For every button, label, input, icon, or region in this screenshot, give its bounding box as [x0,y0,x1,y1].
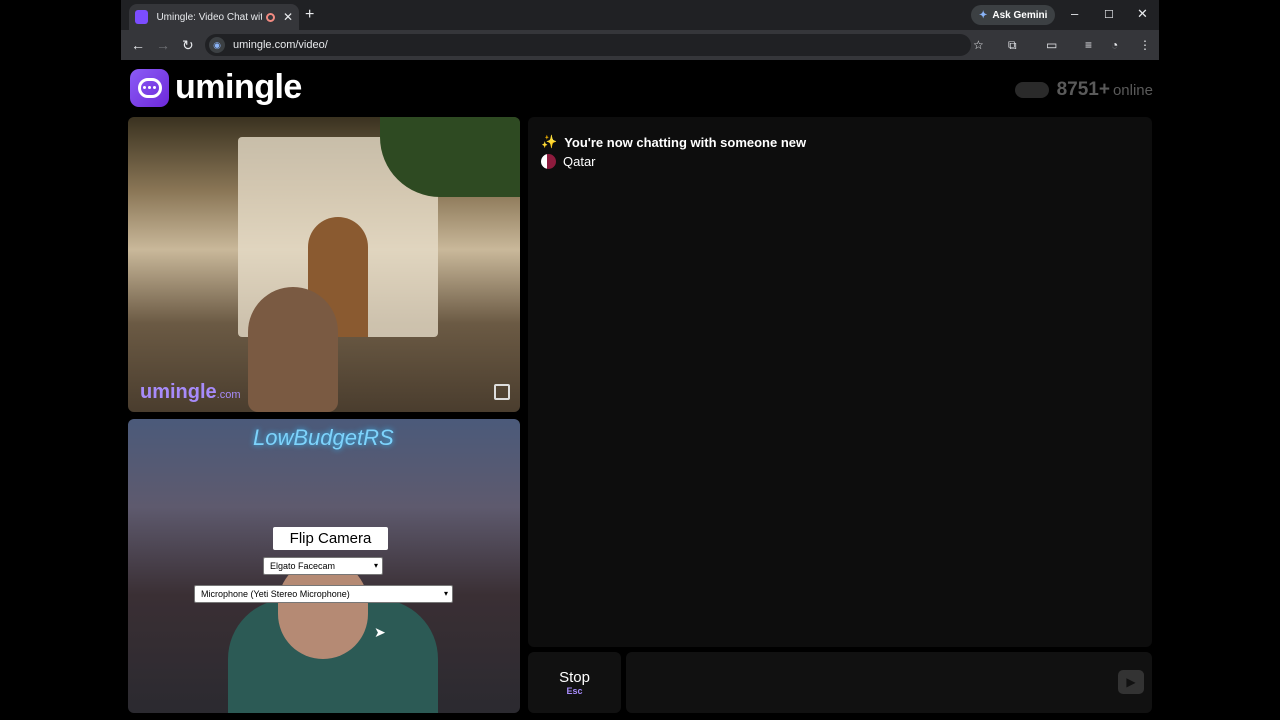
maximize-button[interactable]: ☐ [1104,8,1114,21]
extensions-icon[interactable]: ⧉ [1008,38,1017,53]
umingle-page: umingle 8751+ online umingle.com LowBudg… [121,60,1159,720]
online-counter: 8751+ online [1014,79,1153,101]
new-tab-button[interactable]: + [305,6,314,24]
online-count: 8751+ [1056,79,1110,100]
reload-icon[interactable]: ↻ [182,37,194,54]
bookmark-star-icon[interactable]: ☆ [973,38,984,52]
back-arrow-icon[interactable]: ← [131,37,145,53]
microphone-select-value: Microphone (Yeti Stereo Microphone) [201,589,350,599]
microphone-select[interactable]: Microphone (Yeti Stereo Microphone) ▾ [194,585,453,603]
qatar-flag-icon [541,154,556,169]
tab-bar: Umingle: Video Chat with S ✕ + ✦ Ask Gem… [121,0,1159,30]
profile-icon[interactable]: ◔ [1111,38,1118,52]
report-flag-icon[interactable] [494,384,510,400]
camera-select[interactable]: Elgato Facecam ▾ [263,557,383,575]
umingle-logo[interactable]: umingle [130,68,302,107]
menu-kebab-icon[interactable]: ⋮ [1139,38,1151,52]
self-video: LowBudgetRS Flip Camera Elgato Facecam ▾… [128,419,520,713]
logo-text: umingle [175,68,302,106]
close-tab-icon[interactable]: ✕ [283,10,293,24]
umingle-watermark: umingle.com [140,381,241,403]
send-button[interactable]: ▶ [1118,670,1144,694]
cast-icon[interactable]: ▭ [1046,38,1057,52]
chevron-down-icon: ▾ [443,589,448,598]
chat-status-line: ✨ You're now chatting with someone new [541,134,806,150]
site-info-icon[interactable]: ◉ [209,37,225,53]
recording-icon [266,12,275,22]
sparkles-icon: ✨ [541,134,558,149]
browser-toolbar: ← → ↻ ◉ umingle.com/video/ ☆ ⧉ ▭ ≡ ◔ ⋮ [121,30,1159,60]
browser-window: Umingle: Video Chat with S ✕ + ✦ Ask Gem… [121,0,1159,720]
mouse-cursor-icon: ➤ [374,624,386,640]
chat-status-text: You're now chatting with someone new [564,134,807,150]
send-arrow-icon: ▶ [1126,675,1136,689]
country-name: Qatar [563,154,596,169]
url-text: umingle.com/video/ [233,39,328,51]
media-controls-icon[interactable]: ≡ [1085,38,1092,52]
umingle-favicon-icon [135,10,149,24]
chat-panel: ✨ You're now chatting with someone new Q… [528,117,1152,647]
stranger-video: umingle.com [128,117,520,412]
minimize-button[interactable]: – [1071,6,1078,21]
stop-button[interactable]: Stop Esc [528,652,621,713]
online-label: online [1112,82,1153,99]
online-toggle-icon [1014,82,1049,98]
chat-bubble-logo-icon [130,68,169,107]
forward-arrow-icon[interactable]: → [156,37,170,53]
message-input[interactable]: ▶ [626,652,1152,713]
flip-camera-button[interactable]: Flip Camera [273,527,388,550]
stranger-person [248,287,338,412]
chat-country-line: Qatar [541,154,596,169]
close-window-button[interactable]: ✕ [1137,6,1148,22]
neon-sign: LowBudgetRS [253,425,394,450]
stop-label: Stop [559,669,590,686]
chevron-down-icon: ▾ [373,561,378,570]
address-bar[interactable]: ◉ umingle.com/video/ [205,34,971,56]
camera-select-value: Elgato Facecam [270,561,336,571]
browser-tab[interactable]: Umingle: Video Chat with S ✕ [129,4,299,30]
tab-title: Umingle: Video Chat with S [156,11,262,23]
stop-shortcut: Esc [566,686,583,696]
gemini-sparkle-icon: ✦ [979,9,988,21]
ask-gemini-label: Ask Gemini [992,9,1048,21]
ask-gemini-button[interactable]: ✦ Ask Gemini [971,5,1056,25]
